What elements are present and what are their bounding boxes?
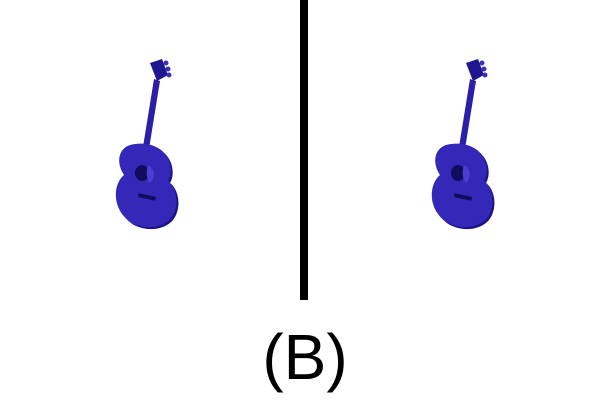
right-panel	[310, 0, 610, 300]
caption-label: (B)	[262, 321, 348, 393]
guitar-icon	[426, 55, 506, 235]
left-panel	[0, 0, 300, 300]
guitar-icon	[110, 55, 190, 235]
vertical-divider	[300, 0, 308, 300]
